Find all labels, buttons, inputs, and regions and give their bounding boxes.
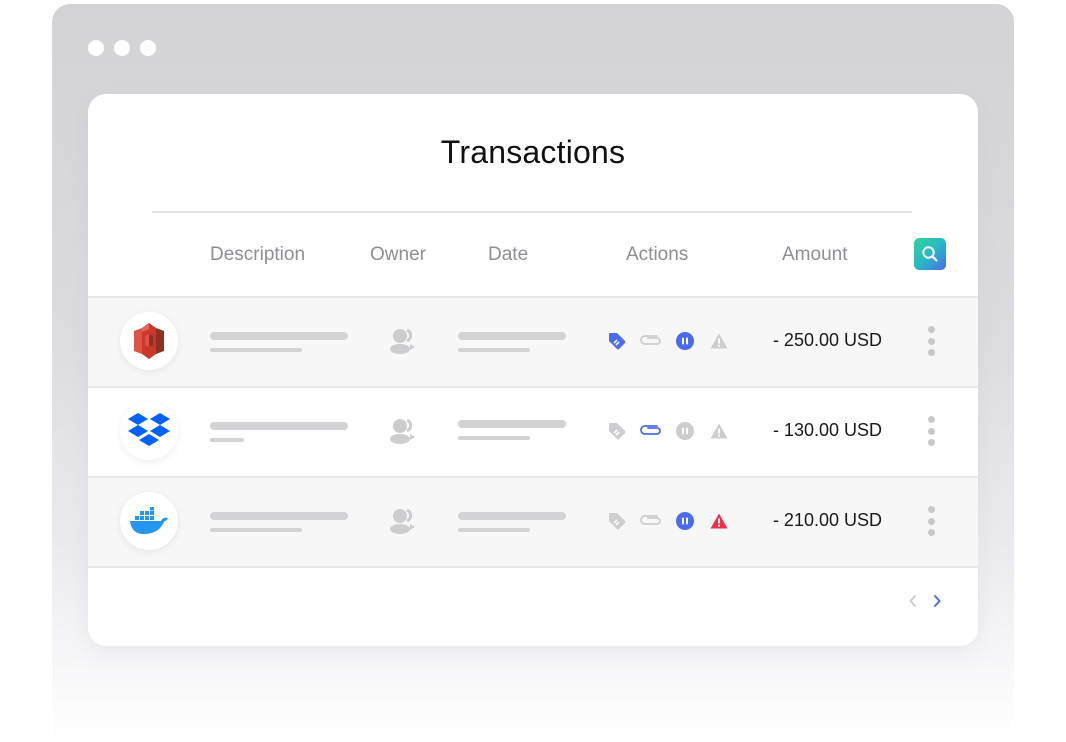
owner-group-icon[interactable] xyxy=(388,328,418,359)
pagination xyxy=(908,594,942,608)
description-placeholder-line xyxy=(210,332,348,340)
pause-icon xyxy=(676,422,694,440)
row-actions xyxy=(600,330,736,352)
description-placeholder-line xyxy=(210,512,348,520)
docker-logo xyxy=(120,492,178,550)
previous-page-button[interactable] xyxy=(908,594,918,608)
date-placeholder-subline xyxy=(458,348,530,352)
chevron-left-icon xyxy=(909,595,916,607)
pause-action-button[interactable] xyxy=(668,420,702,442)
table-header: Description Owner Date Actions Amount xyxy=(88,242,978,272)
aws-s3-logo xyxy=(120,312,178,370)
description-placeholder-subline xyxy=(210,348,302,352)
attachment-action-button[interactable] xyxy=(634,420,668,442)
description-placeholder-line xyxy=(210,422,348,430)
date-placeholder-line xyxy=(458,420,566,428)
column-header-date[interactable]: Date xyxy=(488,244,528,266)
transactions-card: Transactions Description Owner Date Acti… xyxy=(88,94,978,646)
paperclip-icon xyxy=(640,515,661,525)
column-header-owner[interactable]: Owner xyxy=(370,244,426,266)
attachment-action-button[interactable] xyxy=(634,510,668,532)
row-menu-button[interactable] xyxy=(924,326,938,356)
date-placeholder-line xyxy=(458,512,566,520)
pause-icon xyxy=(676,512,694,530)
row-menu-button[interactable] xyxy=(924,506,938,536)
pause-action-button[interactable] xyxy=(668,330,702,352)
warning-action-button[interactable] xyxy=(702,330,736,352)
page-title: Transactions xyxy=(440,134,626,170)
warning-action-button[interactable] xyxy=(702,510,736,532)
next-page-button[interactable] xyxy=(932,594,942,608)
title-divider xyxy=(152,211,912,213)
tag-icon xyxy=(609,423,626,440)
attachment-action-button[interactable] xyxy=(634,330,668,352)
amount-value: - 250.00 USD xyxy=(772,330,882,350)
window-dot[interactable] xyxy=(114,40,130,56)
warning-icon xyxy=(710,333,728,349)
search-button[interactable] xyxy=(914,238,946,270)
date-placeholder-subline xyxy=(458,528,530,532)
search-icon xyxy=(922,246,938,262)
window-controls xyxy=(88,40,156,56)
table-row[interactable]: - 210.00 USD xyxy=(88,476,978,568)
date-placeholder-subline xyxy=(458,436,530,440)
row-menu-button[interactable] xyxy=(924,416,938,446)
table-row[interactable]: - 250.00 USD xyxy=(88,296,978,386)
description-placeholder-subline xyxy=(210,438,244,442)
row-actions xyxy=(600,420,736,442)
warning-icon xyxy=(710,423,728,439)
column-header-description[interactable]: Description xyxy=(210,244,305,266)
column-header-amount[interactable]: Amount xyxy=(782,244,847,266)
tag-icon xyxy=(609,333,626,350)
owner-group-icon[interactable] xyxy=(388,508,418,539)
tag-action-button[interactable] xyxy=(600,420,634,442)
pause-action-button[interactable] xyxy=(668,510,702,532)
column-header-actions: Actions xyxy=(626,244,689,265)
pause-icon xyxy=(676,332,694,350)
owner-group-icon[interactable] xyxy=(388,418,418,449)
paperclip-icon xyxy=(640,335,661,345)
amount-value: - 210.00 USD xyxy=(772,510,882,530)
transactions-table-body: - 250.00 USD - 130.00 USD - 210.00 USD xyxy=(88,296,978,568)
paperclip-icon xyxy=(640,425,661,435)
table-row[interactable]: - 130.00 USD xyxy=(88,386,978,476)
warning-action-button[interactable] xyxy=(702,420,736,442)
chevron-right-icon xyxy=(934,595,941,607)
tag-action-button[interactable] xyxy=(600,510,634,532)
tag-icon xyxy=(609,513,626,530)
row-actions xyxy=(600,510,736,532)
warning-icon xyxy=(710,513,728,529)
window-dot[interactable] xyxy=(140,40,156,56)
dropbox-logo xyxy=(120,402,178,460)
date-placeholder-line xyxy=(458,332,566,340)
tag-action-button[interactable] xyxy=(600,330,634,352)
window-dot[interactable] xyxy=(88,40,104,56)
description-placeholder-subline xyxy=(210,528,302,532)
amount-value: - 130.00 USD xyxy=(772,420,882,440)
